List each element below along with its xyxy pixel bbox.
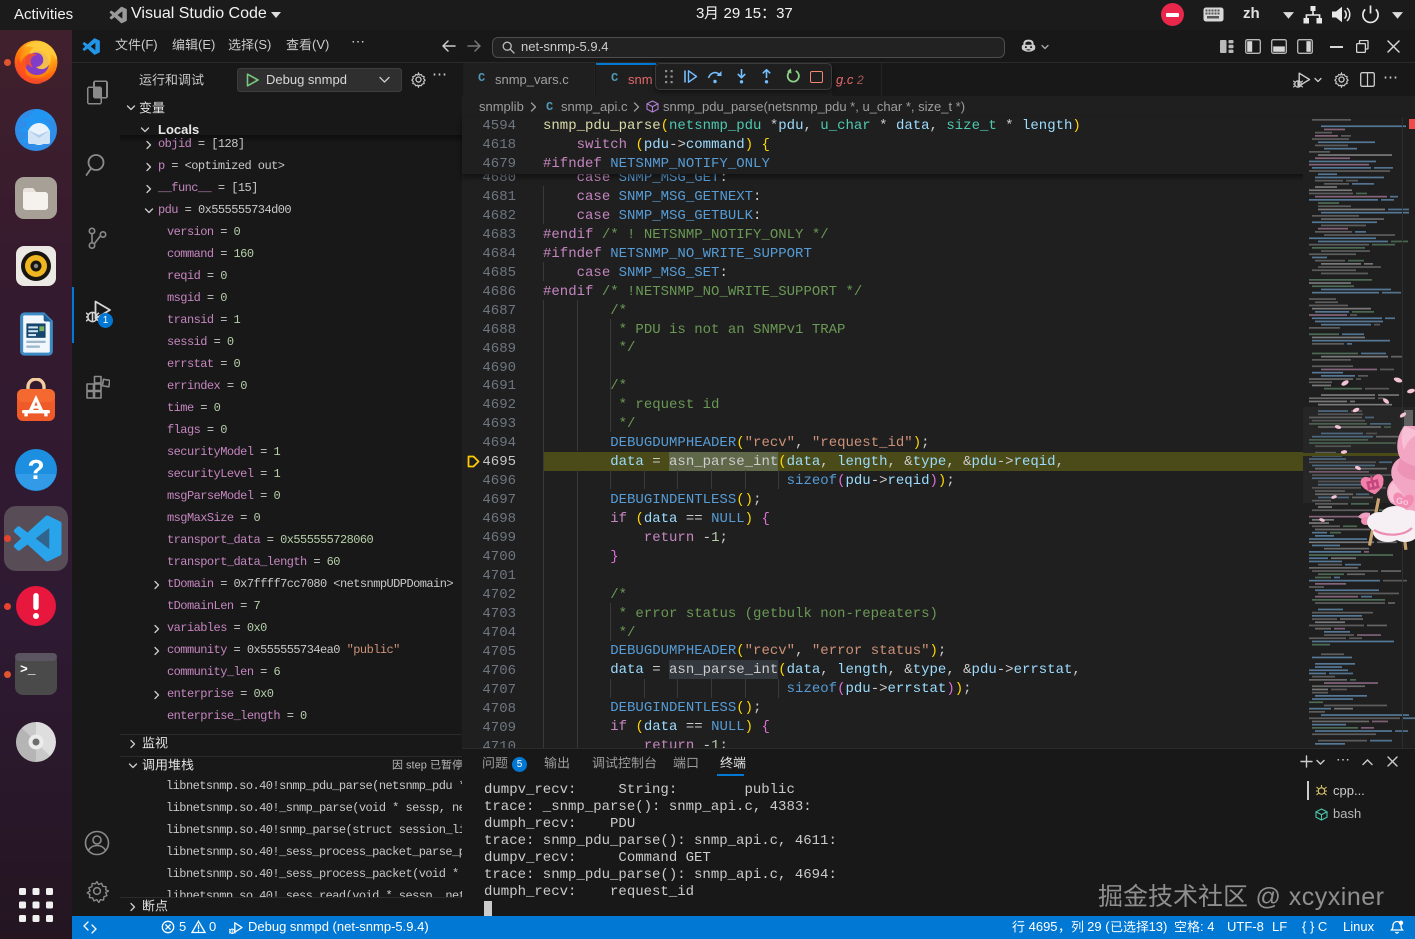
svg-text:>_: >_	[20, 662, 36, 677]
svg-text:?: ?	[27, 454, 44, 485]
